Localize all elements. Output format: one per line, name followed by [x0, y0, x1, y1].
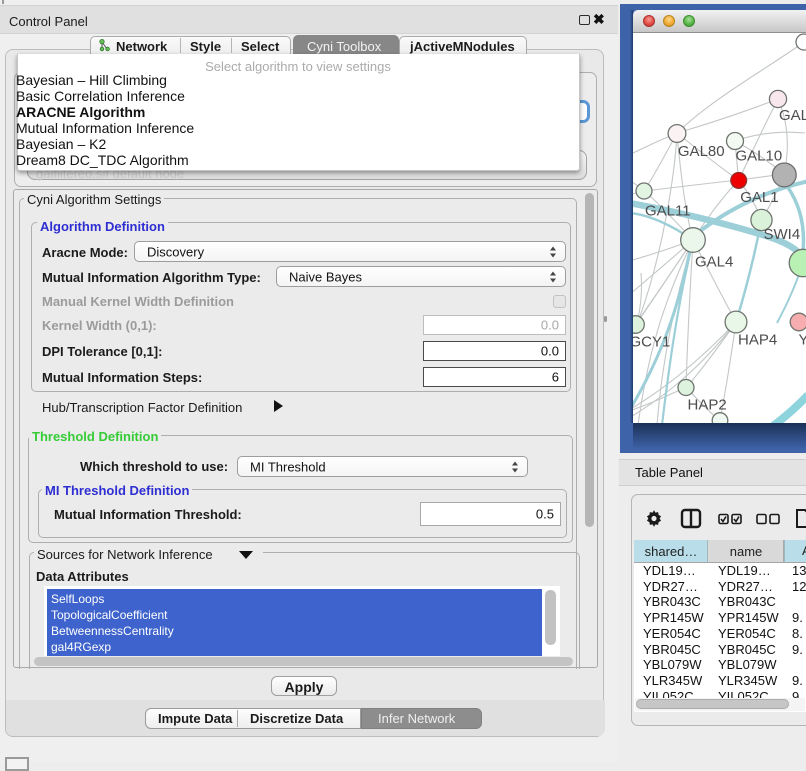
svg-text:GAL1: GAL1: [740, 189, 778, 206]
svg-text:GAL11: GAL11: [645, 202, 691, 219]
svg-text:GCY1: GCY1: [633, 334, 670, 351]
svg-text:HAP2: HAP2: [688, 397, 727, 414]
svg-text:HAP4: HAP4: [738, 332, 777, 349]
svg-text:GAL4: GAL4: [695, 254, 733, 271]
svg-text:GAL80: GAL80: [678, 143, 725, 160]
svg-text:SWI4: SWI4: [764, 226, 801, 243]
svg-text:GAL7: GAL7: [779, 107, 806, 124]
svg-text:Y: Y: [799, 332, 806, 349]
svg-text:GAL10: GAL10: [736, 148, 783, 165]
